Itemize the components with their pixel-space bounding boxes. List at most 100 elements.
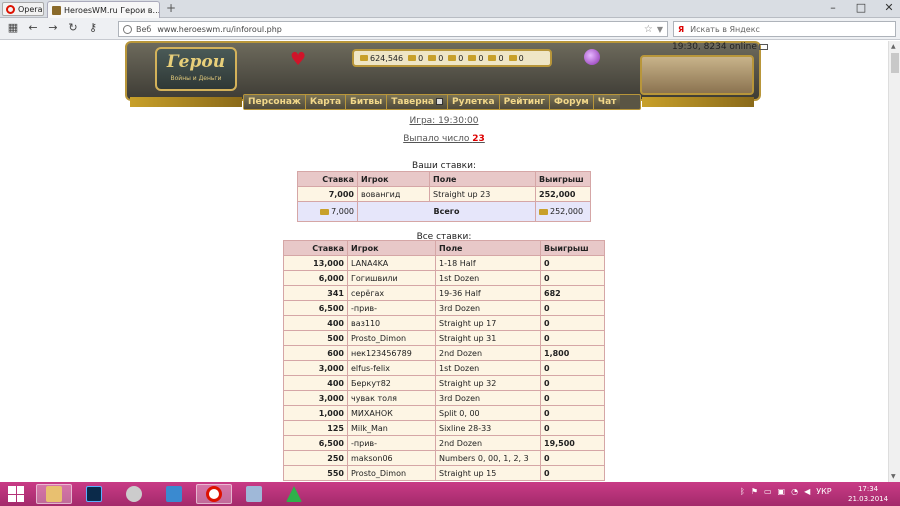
table-row: 125 Milk_Man Sixline 28-33 0 <box>283 420 605 436</box>
player-cell[interactable]: нек123456789 <box>347 345 436 361</box>
game-logo[interactable]: Герои Войны и Деньги <box>155 47 237 91</box>
green-app[interactable] <box>276 484 312 504</box>
win-cell: 19,500 <box>540 435 605 451</box>
field-cell: 3rd Dozen <box>435 390 541 406</box>
player-cell[interactable]: ваз110 <box>347 315 436 331</box>
chevron-down-icon[interactable]: ▼ <box>657 25 663 34</box>
page-viewport: Герои Войны и Деньги ♥ 624,546 0 0 0 0 0… <box>0 41 888 482</box>
opera-icon <box>206 486 222 502</box>
photos-app[interactable] <box>236 484 272 504</box>
photoshop-icon <box>86 486 102 502</box>
explorer-app[interactable] <box>36 484 72 504</box>
player-cell[interactable]: makson06 <box>347 450 436 466</box>
player-cell[interactable]: Milk_Man <box>347 420 436 436</box>
nav-forum[interactable]: Форум <box>550 95 594 109</box>
game-time-link[interactable]: Игра: 19:30:00 <box>409 116 478 126</box>
flag-icon[interactable]: ⚑ <box>751 487 758 496</box>
table-row: 250 makson06 Numbers 0, 00, 1, 2, 30 <box>283 450 605 466</box>
player-cell[interactable]: МИХАНОК <box>347 405 436 421</box>
scroll-down-icon[interactable]: ▼ <box>891 473 896 480</box>
total-row: 7,000 Всего 252,000 <box>297 201 591 222</box>
back-icon[interactable]: ← <box>26 21 40 35</box>
new-tab-button[interactable]: + <box>164 2 178 16</box>
opera-app[interactable] <box>196 484 232 504</box>
wood-resource: 0 <box>408 54 423 63</box>
forward-icon[interactable]: → <box>46 21 60 35</box>
tab-title: HeroesWM.ru Герои в... <box>64 5 160 15</box>
player-cell[interactable]: -прив- <box>347 300 436 316</box>
field-cell: Straight up 31 <box>435 330 541 346</box>
browser-tab[interactable]: HeroesWM.ru Герои в... ✕ <box>47 1 160 18</box>
close-window-icon[interactable]: ✕ <box>882 1 896 14</box>
wifi-icon[interactable]: ◔ <box>791 487 798 496</box>
scroll-up-icon[interactable]: ▲ <box>891 43 896 50</box>
photos-icon <box>246 486 262 502</box>
player-cell[interactable]: LANA4KA <box>347 255 436 271</box>
bet-cell: 250 <box>283 450 348 466</box>
bookmark-star-icon[interactable]: ☆ <box>644 24 653 35</box>
nav-chat[interactable]: Чат <box>593 95 621 109</box>
col-win: Выигрыш <box>540 240 605 256</box>
bet-cell: 1,000 <box>283 405 348 421</box>
total-label: Всего <box>357 201 536 222</box>
bet-cell: 341 <box>283 285 348 301</box>
opera-menu-button[interactable]: Opera <box>2 2 44 16</box>
nav-roulette[interactable]: Рулетка <box>448 95 500 109</box>
language-indicator[interactable]: УКР <box>816 487 831 496</box>
nav-tavern[interactable]: Таверна <box>387 95 448 109</box>
page-scrollbar[interactable]: ▲ ▼ <box>888 41 900 482</box>
online-list-icon[interactable] <box>758 43 768 50</box>
win-cell: 1,800 <box>540 345 605 361</box>
player-cell[interactable]: Гогишвили <box>347 270 436 286</box>
field-cell: Straight up 17 <box>435 315 541 331</box>
win-cell: 0 <box>540 405 605 421</box>
table-row: 1,000 МИХАНОК Split 0, 00 0 <box>283 405 605 421</box>
nav-battles[interactable]: Битвы <box>346 95 388 109</box>
display-icon[interactable]: ▣ <box>778 487 786 496</box>
volume-icon[interactable]: ◀ <box>804 487 810 496</box>
panels-icon[interactable]: ▦ <box>6 21 20 35</box>
media-app[interactable] <box>116 484 152 504</box>
col-bet: Ставка <box>283 240 348 256</box>
battery-icon[interactable]: ▭ <box>764 487 772 496</box>
maximize-icon[interactable]: □ <box>854 1 868 14</box>
explorer-icon <box>46 486 62 502</box>
field-cell: 2nd Dozen <box>435 435 541 451</box>
player-cell[interactable]: вовангид <box>357 186 430 202</box>
nav-character[interactable]: Персонаж <box>244 95 306 109</box>
reload-icon[interactable]: ↻ <box>66 21 80 35</box>
potion-orb-icon[interactable] <box>584 49 600 65</box>
nav-map[interactable]: Карта <box>305 95 347 109</box>
bet-cell: 500 <box>283 330 348 346</box>
col-field: Поле <box>435 240 541 256</box>
bet-cell: 400 <box>283 375 348 391</box>
network-app[interactable] <box>156 484 192 504</box>
address-url[interactable]: www.heroeswm.ru/inforoul.php <box>157 25 282 34</box>
ore-icon <box>428 55 437 61</box>
bet-cell: 13,000 <box>283 255 348 271</box>
system-clock[interactable]: 17:34 21.03.2014 <box>848 484 888 504</box>
player-cell[interactable]: Prosto_Dimon <box>347 465 436 481</box>
search-box[interactable]: Я Искать в Яндекс <box>673 21 896 37</box>
result-link[interactable]: Выпало число 23 <box>403 134 485 144</box>
photoshop-app[interactable] <box>76 484 112 504</box>
bet-cell: 400 <box>283 315 348 331</box>
nav-rating[interactable]: Рейтинг <box>499 95 551 109</box>
scroll-thumb[interactable] <box>891 53 899 73</box>
player-cell[interactable]: серёгах <box>347 285 436 301</box>
mercury-resource: 0 <box>448 54 463 63</box>
bluetooth-icon[interactable]: ᛒ <box>740 487 745 496</box>
minimize-icon[interactable]: – <box>826 1 840 14</box>
start-button[interactable] <box>8 486 24 502</box>
player-cell[interactable]: -прив- <box>347 435 436 451</box>
table-row: 341 серёгах 19-36 Half 682 <box>283 285 605 301</box>
player-cell[interactable]: Беркут82 <box>347 375 436 391</box>
player-cell[interactable]: чувак толя <box>347 390 436 406</box>
address-bar[interactable]: Веб www.heroeswm.ru/inforoul.php ☆ ▼ <box>118 21 668 37</box>
key-icon[interactable]: ⚷ <box>86 21 100 35</box>
field-cell: 1st Dozen <box>435 360 541 376</box>
gold-resource: 624,546 <box>360 54 403 63</box>
bet-cell: 3,000 <box>283 360 348 376</box>
player-cell[interactable]: Prosto_Dimon <box>347 330 436 346</box>
player-cell[interactable]: elfus-felix <box>347 360 436 376</box>
